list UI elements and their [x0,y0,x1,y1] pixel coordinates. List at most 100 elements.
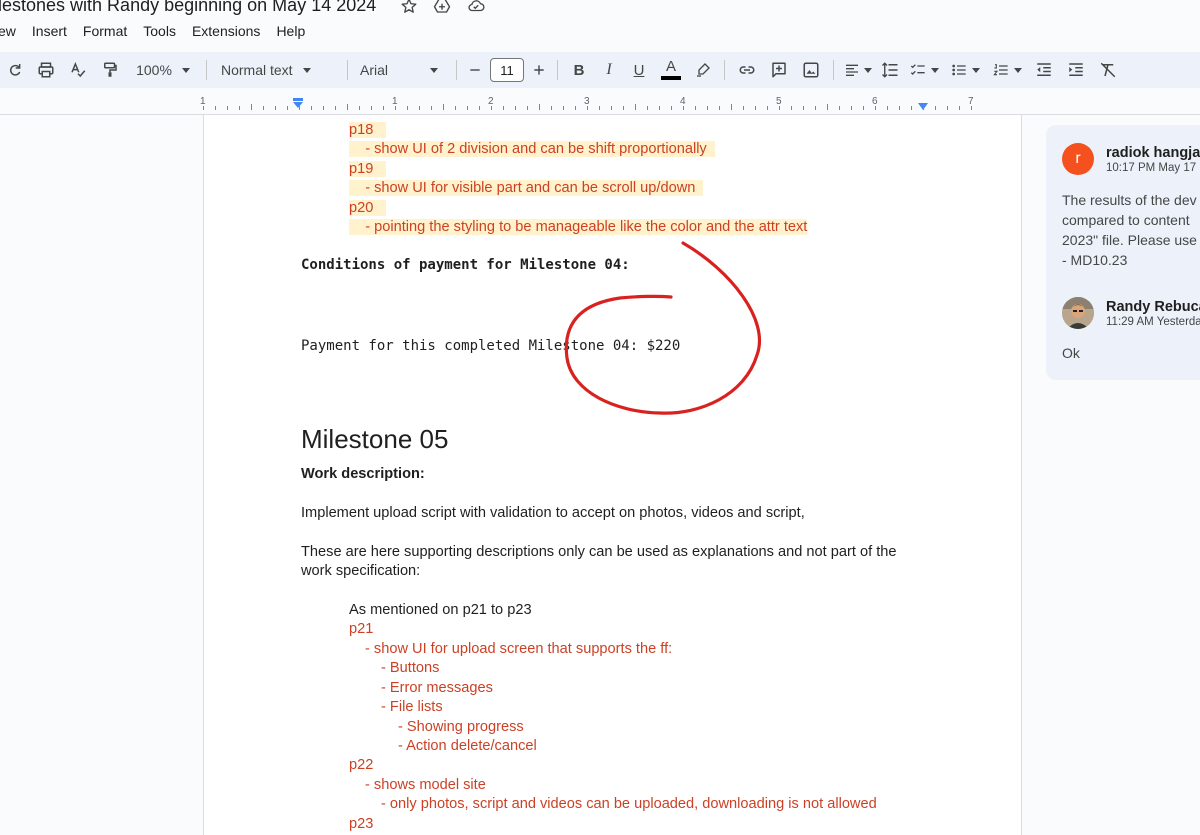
paragraph-style-value: Normal text [221,62,293,78]
ruler-tick [935,106,936,110]
print-icon[interactable] [30,56,62,84]
checklist-icon [910,64,925,75]
menu-format[interactable]: Format [75,22,135,42]
comment-timestamp: 11:29 AM Yesterda [1106,316,1200,328]
ruler-tick [407,106,408,110]
ruler-tick [431,106,432,110]
ruler-tick [755,106,756,110]
document-title[interactable]: ilestones with Randy beginning on May 14… [0,0,376,16]
menu-insert[interactable]: Insert [24,22,75,42]
italic-button[interactable]: I [594,56,624,84]
paragraph-style-select[interactable]: Normal text [213,56,341,84]
ruler-tick [311,106,312,110]
text-color-button[interactable]: A [654,56,688,84]
bold-button[interactable]: B [564,56,594,84]
increase-font-size-icon[interactable] [527,56,551,84]
chevron-down-icon [972,67,980,73]
ruler-tick [491,106,492,110]
menu-view[interactable]: ew [0,22,24,42]
divider [347,60,348,80]
highlight-color-icon[interactable] [688,56,718,84]
decrease-indent-icon[interactable] [1028,56,1060,84]
ruler-tick [203,106,204,110]
list-item: - show UI for visible part and can be sc… [365,180,696,196]
page-ref: p23 [349,816,374,832]
ruler-tick [359,106,360,110]
ruler-tick [623,106,624,110]
user-photo-icon [1062,297,1094,329]
ruler-tick [779,106,780,110]
ruler-tick [635,104,636,110]
menu-tools[interactable]: Tools [135,22,184,42]
star-icon[interactable] [400,0,418,15]
clear-formatting-icon[interactable] [1092,56,1124,84]
list-item: - File lists [381,699,443,715]
chevron-down-icon [931,67,939,73]
payment-text: Payment for this completed Milestone 04:… [301,338,681,354]
ruler[interactable]: 1 1 2 3 4 5 6 7 [0,92,1200,115]
ruler-tick [767,106,768,110]
ruler-tick [611,106,612,110]
ruler-tick [227,106,228,110]
document-page[interactable]: p18 - show UI of 2 division and can be s… [203,115,1022,835]
insert-image-icon[interactable] [795,56,827,84]
title-bar: ilestones with Randy beginning on May 14… [0,0,1200,20]
decrease-font-size-icon[interactable] [463,56,487,84]
left-indent-marker-icon[interactable] [292,98,304,110]
text-color-swatch [661,76,681,80]
comment-text-line: compared to content [1062,212,1190,228]
list-item: - show UI for upload screen that support… [365,641,673,657]
text-color-letter: A [665,58,676,75]
chevron-down-icon [1014,67,1022,73]
ruler-tick [515,106,516,110]
checklist-select[interactable] [904,56,944,84]
ruler-tick [743,106,744,110]
ruler-tick [875,106,876,110]
ruler-tick [287,106,288,110]
ruler-tick [731,104,732,110]
ruler-tick [563,106,564,110]
add-comment-icon[interactable] [763,56,795,84]
ruler-tick [671,106,672,110]
cloud-status-icon[interactable] [466,0,486,15]
chevron-down-icon [181,67,190,73]
ruler-tick [815,106,816,110]
bulleted-list-select[interactable] [944,56,986,84]
menu-bar: ew Insert Format Tools Extensions Help [0,22,313,42]
ruler-tick [647,106,648,110]
ruler-tick [887,106,888,110]
spellcheck-icon[interactable] [62,56,94,84]
paint-format-icon[interactable] [94,56,126,84]
milestone-heading: Milestone 05 [301,424,449,454]
list-item: - shows model site [365,777,486,793]
insert-link-icon[interactable] [731,56,763,84]
comment-thread[interactable]: r radiok hangja 10:17 PM May 17 The resu… [1046,125,1200,380]
ruler-tick [419,106,420,110]
mentioned-text: As mentioned on p21 to p23 [349,602,532,618]
ruler-tick [599,106,600,110]
ruler-tick [215,106,216,110]
ruler-tick [575,106,576,110]
numbered-list-select[interactable] [986,56,1028,84]
move-to-drive-icon[interactable] [432,0,452,15]
ruler-tick [239,106,240,110]
font-family-select[interactable]: Arial [354,56,450,84]
ruler-tick [551,106,552,110]
menu-extensions[interactable]: Extensions [184,22,268,42]
increase-indent-icon[interactable] [1060,56,1092,84]
menu-help[interactable]: Help [268,22,313,42]
redo-icon[interactable] [0,56,30,84]
zoom-select[interactable]: 100% [126,56,200,84]
avatar: r [1062,143,1094,175]
ruler-tick [347,104,348,110]
underline-button[interactable]: U [624,56,654,84]
ruler-tick [971,106,972,110]
ruler-tick [683,106,684,110]
ruler-tick [659,106,660,110]
ruler-tick [383,106,384,110]
align-select[interactable] [840,56,876,84]
font-size-field[interactable]: 11 [487,56,527,84]
list-item: - only photos, script and videos can be … [381,796,877,812]
comment-text-line: - MD10.23 [1062,252,1128,268]
line-spacing-icon[interactable] [876,56,904,84]
